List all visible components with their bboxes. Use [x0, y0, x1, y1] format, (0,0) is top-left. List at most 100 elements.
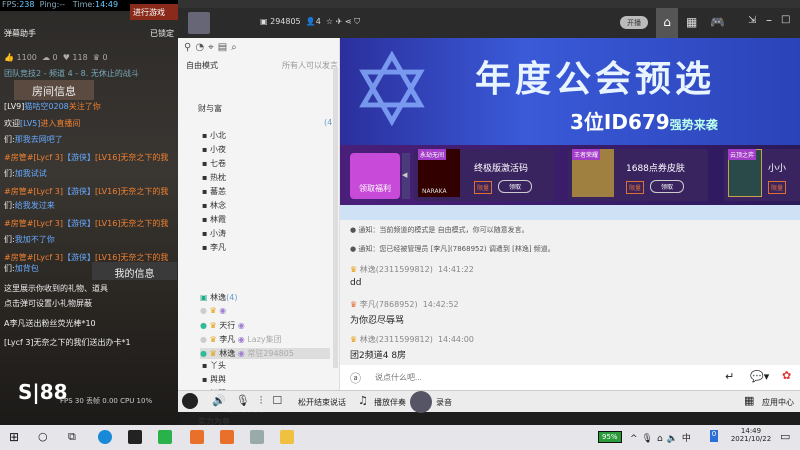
locked-label[interactable]: 已锁定 [150, 28, 174, 39]
channel-user[interactable]: ● ♛ 林逸 ◉ 常驻294805 [200, 348, 330, 359]
channel-item[interactable]: ▪ 小夜 [202, 144, 226, 155]
channel-item[interactable]: ▪ 林念 [202, 200, 226, 211]
edge-icon[interactable] [98, 430, 112, 444]
card-tft[interactable]: 云顶之弈 小小 限量 [724, 149, 800, 201]
enter-icon[interactable]: ↵ [725, 370, 734, 383]
danmu-line: 们:给我发过来 [4, 201, 55, 210]
release-talk-label[interactable]: 松开结束说话 [298, 397, 346, 408]
equalizer-icon[interactable]: ⫶ [260, 394, 273, 407]
grid-icon[interactable]: ▦ [686, 15, 697, 29]
user-avatar[interactable] [182, 393, 198, 409]
divider-strip [340, 205, 800, 220]
user-rank-icon: ♛ [209, 306, 217, 315]
channel-item[interactable]: ▪ 蕃恙 [202, 186, 226, 197]
danmu-line: 们:我加不了你 [4, 235, 55, 244]
channel-group[interactable]: 财与富 [198, 103, 222, 114]
ime-icon[interactable]: 中 [682, 434, 695, 444]
channel-user[interactable]: ● ♛ 李凡 ◉ Lazy集团 [200, 334, 330, 345]
search-icon[interactable]: ⌕ [231, 42, 241, 53]
badge-icon: ◉ [237, 349, 245, 358]
speaker-icon[interactable]: 🔊 [212, 394, 236, 407]
channel-item[interactable]: ▪ 小北 [202, 130, 226, 141]
action-center-icon[interactable]: ▭ [780, 430, 790, 443]
danmu-line: 们:那我去网吧了 [4, 135, 63, 144]
app-gray-icon[interactable] [250, 430, 264, 444]
my-info-button[interactable]: 我的信息 [92, 262, 177, 280]
channel-user[interactable]: ● ♛ 天行 ◉ [200, 320, 330, 331]
danmu-title: 弹幕助手 [4, 29, 36, 38]
mic-icon[interactable]: 🎙 [642, 434, 657, 444]
task-view-icon[interactable]: ⧉ [68, 430, 76, 444]
plane-icon[interactable]: ✈ [336, 17, 343, 26]
clock[interactable]: 14:49 2021/10/22 [728, 427, 774, 443]
battery-indicator[interactable]: 95% [598, 431, 622, 443]
music-icon[interactable]: ♫ [358, 394, 368, 407]
accompany-button[interactable]: 播放伴奏 [374, 397, 406, 408]
card-naraka[interactable]: NARAKA 永劫无间 终极版激活码 限量 领取 [414, 149, 554, 201]
mic-icon[interactable]: 🎙 [236, 394, 260, 407]
notes-icon[interactable]: ▤ [218, 42, 231, 53]
app-orange-icon[interactable] [190, 430, 204, 444]
yy-app-icon[interactable] [280, 430, 294, 444]
avatar[interactable] [188, 12, 210, 34]
search-circle-icon[interactable]: ○ [38, 430, 48, 443]
emoji-dropdown-icon[interactable]: 💬▾ [750, 370, 769, 383]
share-icon[interactable]: ⋖ [345, 17, 352, 26]
volume-icon[interactable]: 🔈 [667, 434, 682, 444]
scrollbar[interactable] [333, 68, 338, 368]
channel-item[interactable]: ▪ 林霞 [202, 214, 226, 225]
font-icon[interactable]: ⓐ [350, 370, 361, 386]
flower-icon[interactable]: ✿ [782, 369, 791, 382]
claim-button[interactable]: 领取 [650, 180, 685, 193]
home-icon[interactable]: ⌂ [656, 8, 678, 38]
room-info-button[interactable]: 房间信息 [14, 80, 94, 100]
network-icon[interactable]: ⌂ [657, 434, 667, 444]
current-channel[interactable]: ▣ 林逸(4) [200, 292, 237, 303]
minimize-icon[interactable]: – [766, 13, 772, 27]
card-tag: 云顶之弈 [728, 149, 757, 160]
checkbox-icon[interactable]: ☐ [272, 394, 292, 407]
app-grid-icon[interactable]: ▦ [744, 394, 754, 407]
channel-user[interactable]: ● ♛ ◉ [200, 306, 330, 315]
claim-benefits-button[interactable]: 领取福利 [350, 153, 400, 199]
notification-count-icon[interactable]: 0 [710, 430, 718, 442]
gamepad-icon[interactable]: 🎮 [710, 15, 725, 29]
chevron-up-icon[interactable]: ^ [630, 434, 642, 444]
danmu-line: [Lycf 3]无奈之下的我们送出办卡*1 [4, 338, 131, 347]
promo-banner[interactable]: ✡ 年度公会预选 3位ID679强势来袭 [340, 38, 800, 145]
fps-label: FPS: [2, 0, 20, 9]
wechat-icon[interactable] [158, 430, 172, 444]
channel-item[interactable]: ▪ 七卷 [202, 158, 226, 169]
chat-message-text: 团2频道4 8房 [350, 351, 407, 361]
channel-item[interactable]: ▪ 李凡 [202, 242, 226, 253]
limited-badge: 限量 [768, 181, 787, 194]
star-icon[interactable]: ☆ [326, 17, 333, 26]
media-app-icon[interactable] [128, 430, 142, 444]
room-banner: 团队竞技2 - 频道 4 - 8. 无休止的战斗 [4, 69, 139, 78]
windows-start-icon[interactable]: ⊞ [9, 430, 19, 444]
app-center-button[interactable]: 应用中心 [762, 397, 794, 408]
app-orange-2-icon[interactable] [220, 430, 234, 444]
enter-game-button[interactable]: 进行游戏 [130, 4, 180, 20]
danmu-line: #房管#[Lycf 3]【游侠】[LV16]无奈之下的我 [4, 253, 169, 262]
badge-icon: ◉ [219, 306, 227, 315]
chat-input[interactable] [375, 369, 715, 386]
go-live-button[interactable]: 开播 [620, 16, 648, 29]
channel-item[interactable]: ▪ 热枕 [202, 172, 226, 183]
danmu-line: 点击弹可设置小礼物屏蔽 [4, 299, 92, 308]
record-button[interactable]: 录音 [436, 397, 452, 408]
prev-arrow[interactable]: ◀ [402, 153, 410, 199]
channel-item[interactable]: ▪ 小涛 [202, 228, 226, 239]
shield-icon[interactable]: ⛉ [354, 17, 360, 26]
maximize-icon[interactable]: □ [781, 14, 790, 25]
claim-button[interactable]: 领取 [498, 180, 533, 193]
channel-item[interactable]: ▪ 丫头 [202, 360, 226, 371]
count2: 0 [52, 53, 58, 62]
card-honor-of-kings[interactable]: 王者荣耀 1688点券皮肤 限量 领取 [568, 149, 708, 201]
headset-icon[interactable]: ◔ [195, 42, 208, 53]
minimize-mini-icon[interactable]: ⇲ [748, 15, 756, 26]
user-icon[interactable]: ⚲ [184, 42, 195, 53]
danmu-line: 们:加我试试 [4, 169, 47, 178]
channel-item[interactable]: ▪ 舆舆 [202, 374, 226, 385]
location-icon[interactable]: ⌖ [208, 42, 218, 53]
